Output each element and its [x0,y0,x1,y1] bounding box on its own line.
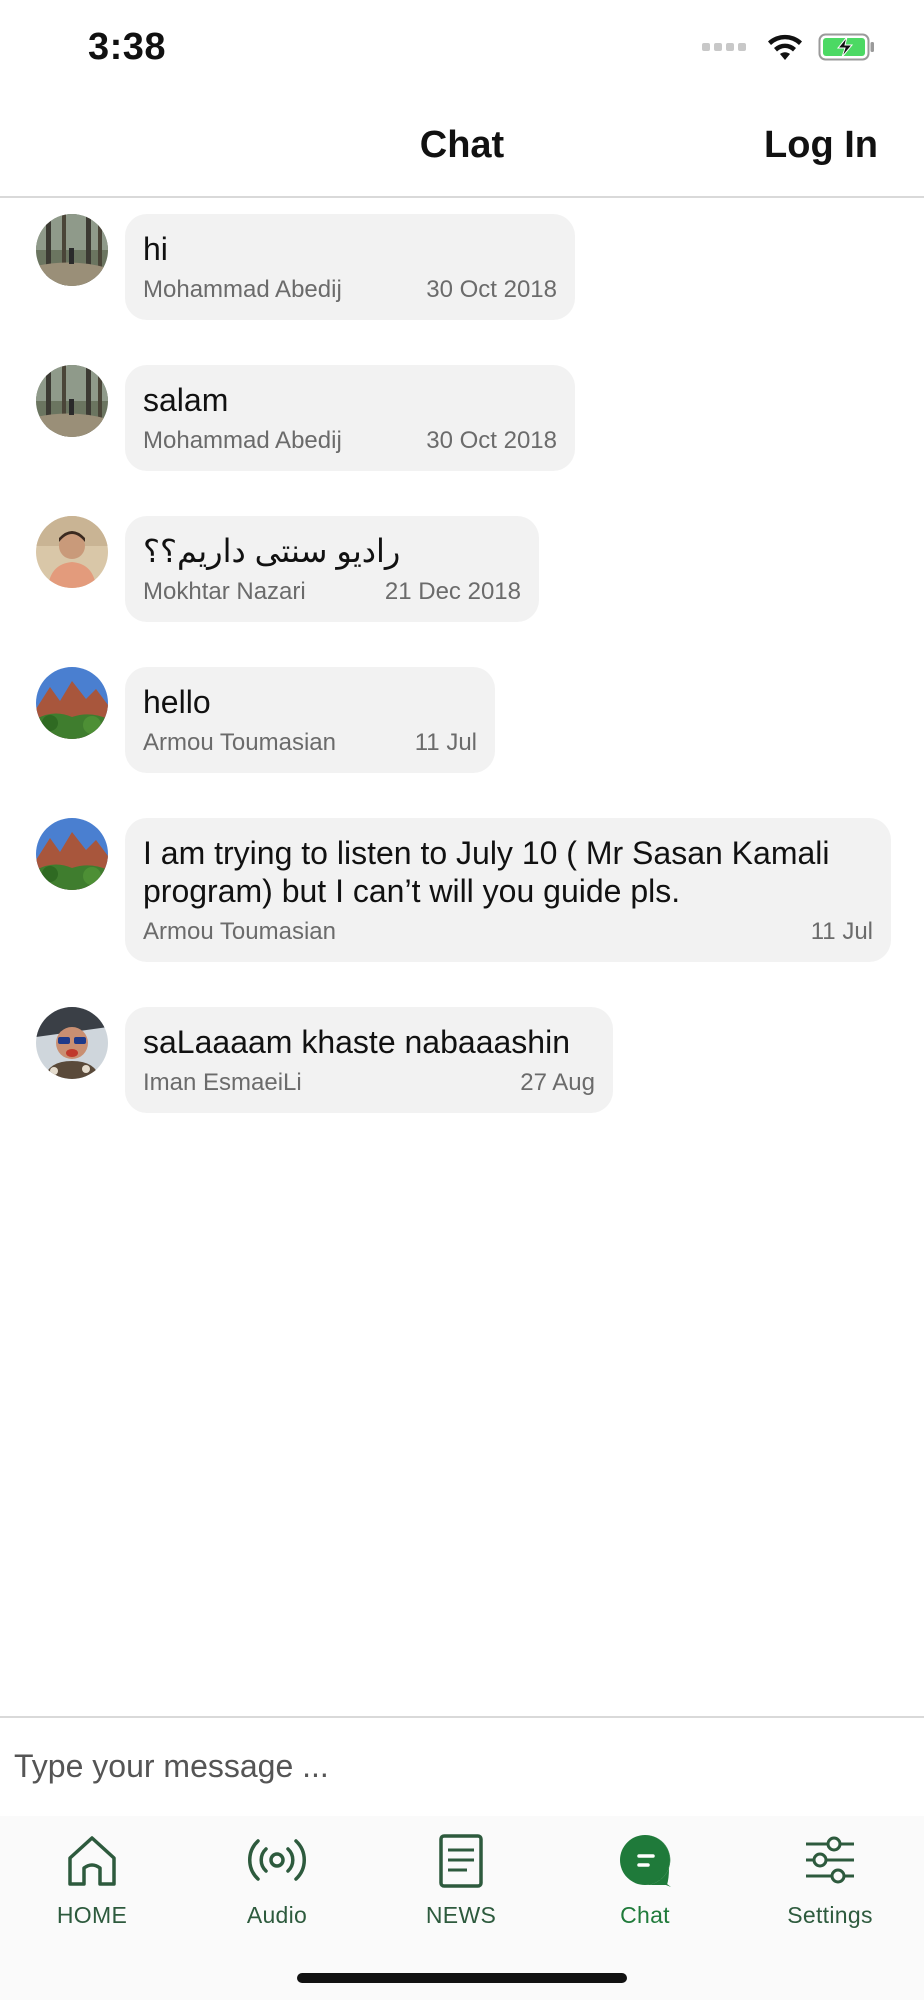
home-icon [68,1836,116,1886]
message-bubble[interactable]: hello Armou Toumasian 11 Jul [125,667,495,773]
radio-broadcast-icon [248,1839,306,1881]
message-bubble[interactable]: hi Mohammad Abedij 30 Oct 2018 [125,214,575,320]
message-author: Armou Toumasian [143,729,336,756]
tab-label: Settings [787,1902,873,1928]
mountain-landscape-avatar[interactable] [36,667,108,739]
chat-screen: 3:38 Chat Log In hi Mohammad Abedij 30 O… [0,0,924,2000]
message-author: Iman EsmaeiLi [143,1069,302,1096]
message-author: Mohammad Abedij [143,276,342,303]
message-date: 30 Oct 2018 [426,427,557,454]
message-author: Armou Toumasian [143,918,336,945]
message-bubble[interactable]: saLaaaam khaste nabaaashin Iman EsmaeiLi… [125,1007,613,1113]
message-text: hello [143,684,211,720]
message-date: 11 Jul [810,918,873,945]
message-text: salam [143,382,229,418]
sliders-icon [806,1836,854,1884]
nav-bar: Chat Log In [0,100,924,198]
man-sunglasses-avatar[interactable] [36,1007,108,1079]
forest-path-avatar[interactable] [36,214,108,286]
message-bubble[interactable]: salam Mohammad Abedij 30 Oct 2018 [125,365,575,471]
tab-label: NEWS [425,1902,497,1928]
message-text: رادیو سنتی داریم؟؟ [143,533,401,569]
tab-label: HOME [56,1902,128,1928]
message-text: saLaaaam khaste nabaaashin [143,1024,570,1060]
tab-label: Chat [620,1902,670,1928]
news-document-icon [439,1834,483,1888]
message-date: 21 Dec 2018 [384,578,521,605]
message-bubble[interactable]: I am trying to listen to July 10 ( Mr Sa… [125,818,891,962]
message-text: hi [143,231,168,267]
tab-home[interactable]: HOME [12,1830,172,1950]
home-indicator [297,1973,627,1983]
tab-audio[interactable]: Audio [197,1830,357,1950]
forest-path-avatar[interactable] [36,365,108,437]
status-bar: 3:38 [0,0,924,100]
tab-chat[interactable]: Chat [565,1830,725,1950]
tab-news[interactable]: NEWS [381,1830,541,1950]
message-text: I am trying to listen to July 10 ( Mr Sa… [143,835,839,909]
wifi-icon [768,34,802,60]
mountain-landscape-avatar[interactable] [36,818,108,890]
tab-label: Audio [246,1902,308,1928]
login-button[interactable]: Log In [764,124,878,167]
message-composer [0,1716,924,1818]
message-date: 30 Oct 2018 [426,276,557,303]
battery-charging-icon [818,33,874,61]
tab-settings[interactable]: Settings [750,1830,910,1950]
message-author: Mokhtar Nazari [143,578,306,605]
chat-bubble-icon [620,1834,671,1887]
message-date: 27 Aug [520,1069,595,1096]
status-icons [702,32,876,62]
message-date: 11 Jul [414,729,477,756]
tab-bar: HOME Audio NEWS Chat Settings [0,1816,924,2000]
status-time: 3:38 [88,26,167,68]
message-author: Mohammad Abedij [143,427,342,454]
man-portrait-avatar[interactable] [36,516,108,588]
signal-icon [702,43,746,51]
message-bubble[interactable]: رادیو سنتی داریم؟؟ Mokhtar Nazari 21 Dec… [125,516,539,622]
message-input[interactable] [14,1738,894,1794]
